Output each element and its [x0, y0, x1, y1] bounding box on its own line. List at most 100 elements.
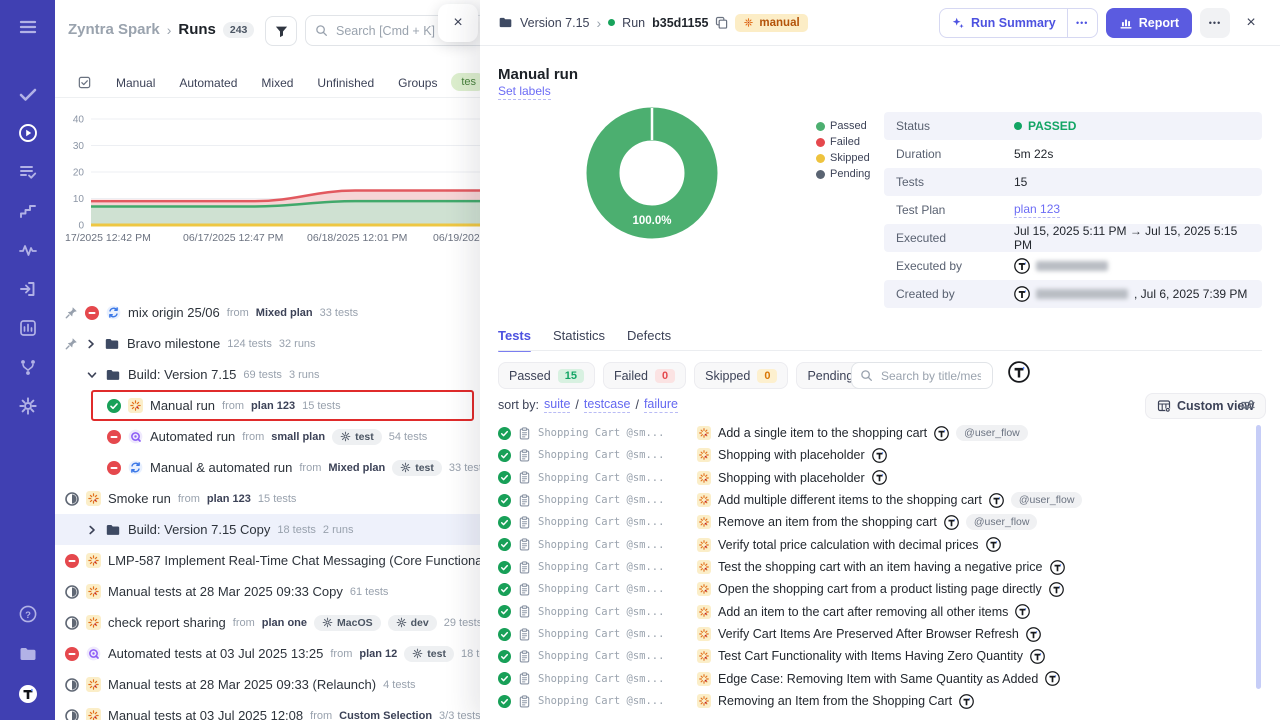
sort-separator: /: [575, 398, 578, 412]
test-case-row[interactable]: Shopping Cart @sm...Shopping with placeh…: [498, 467, 1250, 489]
run-row[interactable]: Automated runfromsmall plantest54 tests: [55, 421, 480, 452]
sort-option-testcase[interactable]: testcase: [584, 397, 631, 413]
info-value: PASSED: [1014, 119, 1076, 133]
run-group-row[interactable]: Build: Version 7.1569 tests3 runs: [55, 359, 480, 390]
assignee-avatar-icon: [1050, 560, 1065, 575]
run-title: mix origin 25/06: [128, 305, 220, 320]
config-badge-label: test: [427, 648, 446, 660]
filter-button[interactable]: [265, 16, 297, 46]
chart-x-tick: 06/17/2025 12:47 PM: [183, 232, 283, 244]
sort-option-failure[interactable]: failure: [644, 397, 678, 413]
tab-unfinished[interactable]: Unfinished: [317, 76, 374, 90]
sidebar-item-check[interactable]: [0, 74, 55, 113]
run-row[interactable]: Manual tests at 28 Mar 2025 09:33 (Relau…: [55, 669, 480, 700]
breadcrumb-folder-label[interactable]: Version 7.15: [520, 16, 590, 30]
sidebar-item-play-circle[interactable]: [0, 113, 55, 152]
run-from-plan[interactable]: Mixed plan: [328, 462, 385, 474]
test-case-row[interactable]: Shopping Cart @sm...Open the shopping ca…: [498, 578, 1250, 600]
test-case-row[interactable]: Shopping Cart @sm...Test the shopping ca…: [498, 556, 1250, 578]
test-plan-link[interactable]: plan 123: [1014, 202, 1060, 218]
run-meta: 61 tests: [350, 586, 389, 598]
filter-chip-skipped[interactable]: Skipped0: [694, 362, 788, 389]
test-case-row[interactable]: Shopping Cart @sm...Add a single item to…: [498, 422, 1250, 444]
run-summary-button[interactable]: Run Summary •••: [939, 8, 1098, 38]
test-suite-path: Shopping Cart @sm...: [538, 427, 690, 439]
run-row[interactable]: check report sharingfromplan oneMacOSdev…: [55, 607, 480, 638]
status-passed-icon: [498, 628, 511, 641]
breadcrumb-separator: ›: [167, 22, 172, 38]
status-passed-icon: [498, 605, 511, 618]
run-row[interactable]: mix origin 25/06fromMixed plan33 tests: [55, 297, 480, 328]
run-type-manual-icon: [128, 398, 143, 413]
run-from-plan[interactable]: plan 12: [359, 648, 397, 660]
sidebar-item-branch[interactable]: [0, 347, 55, 386]
run-meta: 2 runs: [323, 524, 354, 536]
filter-chip-failed[interactable]: Failed0: [603, 362, 686, 389]
sidebar-item-list-check[interactable]: [0, 152, 55, 191]
set-labels-link[interactable]: Set labels: [498, 84, 551, 100]
tab-groups[interactable]: Groups: [398, 76, 437, 90]
sort-option-suite[interactable]: suite: [544, 397, 570, 413]
sidebar-item-gear[interactable]: [0, 386, 55, 425]
status-passed-icon: [498, 583, 511, 596]
test-case-row[interactable]: Shopping Cart @sm...Verify Cart Items Ar…: [498, 623, 1250, 645]
tests-search-input[interactable]: [879, 368, 983, 384]
sidebar-item-pulse[interactable]: [0, 230, 55, 269]
sidebar-item-steps[interactable]: [0, 191, 55, 230]
test-tag-badge: @user_flow: [1011, 492, 1083, 508]
detail-tab-statistics[interactable]: Statistics: [553, 328, 605, 352]
run-from-plan[interactable]: plan 123: [251, 400, 295, 412]
detail-tab-defects[interactable]: Defects: [627, 328, 671, 352]
run-from-plan[interactable]: Mixed plan: [256, 307, 313, 319]
detail-tab-tests[interactable]: Tests: [498, 328, 531, 352]
tests-scrollbar[interactable]: [1256, 425, 1261, 689]
sidebar-item-menu[interactable]: [0, 6, 55, 48]
run-from-plan[interactable]: plan 123: [207, 493, 251, 505]
filter-chip-passed[interactable]: Passed15: [498, 362, 595, 389]
test-case-icon: [518, 561, 531, 574]
panel-close-button[interactable]: ×: [438, 4, 478, 42]
run-row[interactable]: Manual tests at 28 Mar 2025 09:33 Copy61…: [55, 576, 480, 607]
run-summary-more-button[interactable]: •••: [1067, 9, 1097, 37]
checklist-icon[interactable]: [77, 75, 92, 90]
test-case-row[interactable]: Shopping Cart @sm...Add an item to the c…: [498, 601, 1250, 623]
test-case-row[interactable]: Shopping Cart @sm...Test Cart Functional…: [498, 645, 1250, 667]
run-label: Run: [622, 16, 645, 30]
run-row[interactable]: Smoke runfromplan 12315 tests: [55, 483, 480, 514]
sidebar-item-folder[interactable]: [0, 634, 55, 674]
run-group-row[interactable]: Bravo milestone124 tests32 runs: [55, 328, 480, 359]
legend-label: Passed: [830, 120, 867, 132]
legend-label: Pending: [830, 168, 870, 180]
tab-mixed[interactable]: Mixed: [261, 76, 293, 90]
test-case-row[interactable]: Shopping Cart @sm...Verify total price c…: [498, 534, 1250, 556]
project-name[interactable]: Zyntra Spark: [68, 21, 160, 38]
tab-automated[interactable]: Automated: [179, 76, 237, 90]
tab-manual[interactable]: Manual: [116, 76, 155, 90]
run-group-row[interactable]: Build: Version 7.15 Copy18 tests2 runs: [55, 514, 480, 545]
run-from-plan[interactable]: plan one: [262, 617, 307, 629]
run-from-plan[interactable]: Custom Selection: [339, 710, 432, 720]
test-case-row[interactable]: Shopping Cart @sm...Edge Case: Removing …: [498, 668, 1250, 690]
more-actions-button[interactable]: •••: [1200, 8, 1230, 38]
copy-icon[interactable]: [715, 16, 728, 29]
test-case-row[interactable]: Shopping Cart @sm...Add multiple differe…: [498, 489, 1250, 511]
assignee-avatar[interactable]: [1008, 361, 1030, 383]
config-badge-label: MacOS: [337, 617, 373, 629]
report-button[interactable]: Report: [1106, 8, 1192, 38]
sidebar-item-avatar-t[interactable]: [0, 674, 55, 714]
sidebar-item-bar-chart[interactable]: [0, 308, 55, 347]
run-from-plan[interactable]: small plan: [271, 431, 325, 443]
sidebar-item-help[interactable]: ?: [0, 594, 55, 634]
test-case-icon: [518, 471, 531, 484]
run-row[interactable]: Manual tests at 03 Jul 2025 12:08fromCus…: [55, 700, 480, 720]
test-case-row[interactable]: Shopping Cart @sm...Remove an item from …: [498, 511, 1250, 533]
sidebar-item-box-arrow[interactable]: [0, 269, 55, 308]
view-settings-icon[interactable]: [1240, 397, 1256, 413]
run-row[interactable]: Automated tests at 03 Jul 2025 13:25from…: [55, 638, 480, 669]
run-row[interactable]: Manual runfromplan 12315 tests: [55, 390, 480, 421]
run-row[interactable]: LMP-587 Implement Real-Time Chat Messagi…: [55, 545, 480, 576]
detail-close-button[interactable]: ×: [1238, 10, 1264, 36]
test-case-row[interactable]: Shopping Cart @sm...Shopping with placeh…: [498, 444, 1250, 466]
test-case-row[interactable]: Shopping Cart @sm...Removing an Item fro…: [498, 690, 1250, 712]
run-row[interactable]: Manual & automated runfromMixed plantest…: [55, 452, 480, 483]
